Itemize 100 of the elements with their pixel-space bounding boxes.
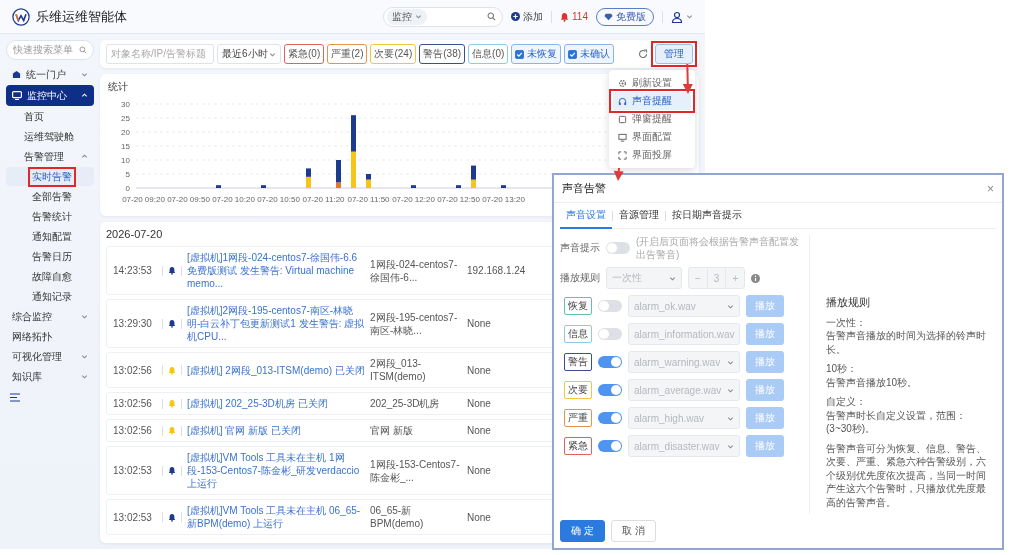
menu-item[interactable]: 实时告警	[6, 167, 94, 186]
building-icon	[12, 70, 21, 79]
menu-item[interactable]: 刷新设置	[613, 74, 691, 92]
menu-item[interactable]: 声音提醒	[613, 92, 691, 110]
menu-item[interactable]: 界面配置	[613, 128, 691, 146]
level-filter-chip[interactable]: 严重(2)	[327, 44, 368, 64]
search-field[interactable]: 监控	[383, 6, 504, 27]
alert-title-link[interactable]: [虚拟机]VM Tools 工具未在主机 06_65-新BPM(demo) 上运行	[187, 504, 365, 530]
alert-time: 14:23:53	[113, 264, 153, 277]
chevron-icon	[727, 414, 734, 422]
menu-item[interactable]: 通知配置	[6, 227, 94, 246]
level-tag: 紧急	[564, 437, 592, 455]
user-menu-button[interactable]	[671, 10, 693, 23]
menu-item[interactable]: 知识库	[6, 367, 94, 386]
object-name: 官网 新版	[370, 424, 414, 437]
alert-time: 13:02:56	[113, 397, 153, 410]
alert-title-link[interactable]: [虚拟机] 202_25-3D机房 已关闭	[187, 397, 365, 410]
alert-count-button[interactable]: 114	[560, 11, 588, 22]
monitor-icon	[618, 132, 627, 142]
menu-search-field[interactable]: 快速搜索菜单	[6, 40, 94, 60]
axis-label: 07-20 11:20	[302, 195, 345, 204]
ip-address: 192.168.1.24	[467, 264, 526, 277]
menu-item[interactable]: 告警管理	[6, 147, 94, 166]
time-range-dropdown[interactable]: 最近6小时	[217, 44, 281, 64]
axis-label: 15	[121, 142, 130, 151]
menu-item[interactable]: 监控中心	[6, 85, 94, 106]
axis-label: 07-20 10:20	[212, 195, 255, 204]
menu-item[interactable]: 全部告警	[6, 187, 94, 206]
level-tag: 次要	[564, 381, 592, 399]
alert-time: 13:02:56	[113, 424, 153, 437]
menu-item[interactable]: 网络拓扑	[6, 327, 94, 346]
dialog-title: 声音告警	[562, 181, 606, 196]
alert-title-link[interactable]: [虚拟机] 官网 新版 已关闭	[187, 424, 365, 437]
level-tag: 警告	[564, 353, 592, 371]
help-text: 告警声时长自定义设置，范围：(3~30秒)。	[826, 408, 967, 436]
level-filter-chip[interactable]: 信息(0)	[468, 44, 509, 64]
tab[interactable]: 按日期声音提示	[666, 202, 748, 229]
alert-time: 13:02:53	[113, 464, 153, 477]
menu-item[interactable]: 故障自愈	[6, 267, 94, 286]
axis-label: 07-20 12:50	[437, 195, 480, 204]
alert-title-link[interactable]: [虚拟机]2网段-195-centos7-南区-林晓明-白云补丁包更新测试1 发生警告: 虚拟机CPU...	[187, 304, 365, 343]
alert-title-link[interactable]: [虚拟机] 2网段_013-ITSM(demo) 已关闭	[187, 363, 365, 377]
object-name: 06_65-新BPM(demo)	[370, 504, 425, 530]
app-title: 乐维运维智能体	[36, 7, 127, 26]
bar	[216, 185, 221, 188]
chevron-icon	[81, 353, 88, 360]
menu-item[interactable]: 弹窗提醒	[613, 110, 691, 128]
menu-item[interactable]: 告警日历	[6, 247, 94, 266]
level-tag: 恢复	[564, 297, 592, 315]
axis-label: 07-20 12:20	[392, 195, 435, 204]
toggle-switch[interactable]	[606, 242, 630, 254]
ip-address: None	[467, 510, 491, 524]
cancel-button[interactable]: 取 消	[610, 520, 656, 542]
menu-item[interactable]: 通知记录	[6, 287, 94, 306]
ip-address: None	[467, 317, 491, 330]
search-icon	[79, 46, 87, 54]
menu-item[interactable]: 运维驾驶舱	[6, 127, 94, 146]
level-filter-chip[interactable]: 警告(38)	[419, 44, 466, 64]
add-button[interactable]: 添加	[511, 9, 544, 24]
menu-item[interactable]: 可视化管理	[6, 347, 94, 366]
date-heading: 2026-07-20	[106, 228, 164, 240]
menu-item[interactable]: 界面投屏	[613, 146, 691, 164]
chevron-icon	[81, 373, 88, 380]
level-filter-chip[interactable]: 紧急(0)	[284, 44, 325, 64]
scope-dropdown[interactable]: 监控	[387, 8, 428, 25]
level-filter-chip[interactable]: 次要(24)	[370, 44, 417, 64]
filter-checkbox[interactable]: 未确认	[564, 44, 615, 64]
alert-title-link[interactable]: [虚拟机]VM Tools 工具未在主机 1网段-153-Centos7-陈金彬_研发verdaccio 上运行	[187, 451, 365, 490]
plus-circle-icon	[511, 12, 521, 21]
alert-title-link[interactable]: [虚拟机]1网段-024-centos7-徐国伟-6.6免费版测试 发生警告: Virtual machine memo...	[187, 251, 365, 290]
manage-button[interactable]: 管理	[655, 44, 693, 64]
monitor-icon	[12, 91, 22, 100]
chevron-icon	[81, 71, 88, 78]
level-tag: 信息	[564, 325, 592, 343]
tab[interactable]: 音源管理	[613, 202, 665, 229]
tab[interactable]: 声音设置	[560, 202, 612, 229]
confirm-button[interactable]: 确 定	[560, 520, 605, 542]
menu-item[interactable]: 统一门户	[6, 65, 94, 84]
axis-label: 10	[121, 156, 130, 165]
object-name: 1网段-153-Centos7-陈金彬_...	[370, 457, 461, 484]
menu-item[interactable]: 告警统计	[6, 207, 94, 226]
menu-item[interactable]: 首页	[6, 107, 94, 126]
menu-item[interactable]: 综合监控	[6, 307, 94, 326]
logo-icon	[12, 7, 30, 26]
close-button[interactable]: ×	[987, 181, 994, 196]
refresh-icon[interactable]	[638, 49, 648, 59]
axis-label: 20	[121, 128, 130, 137]
help-text: 告警声音播放的时间为选择的铃声时长。	[826, 329, 987, 357]
chevron-icon	[269, 50, 276, 58]
ip-address: None	[467, 464, 491, 477]
chevron-icon	[81, 92, 88, 99]
collapse-menu-icon[interactable]	[10, 393, 20, 402]
chevron-icon	[81, 153, 88, 160]
user-icon	[671, 10, 683, 23]
filter-checkbox[interactable]: 未恢复	[511, 44, 562, 64]
help-term: 10秒：	[826, 362, 859, 376]
object-name: 1网段-024-centos7-徐国伟-6...	[370, 257, 459, 284]
help-term: 一次性：	[826, 315, 867, 330]
fullscreen-icon	[618, 150, 627, 160]
help-text: 告警声音播放10秒。	[826, 375, 919, 390]
